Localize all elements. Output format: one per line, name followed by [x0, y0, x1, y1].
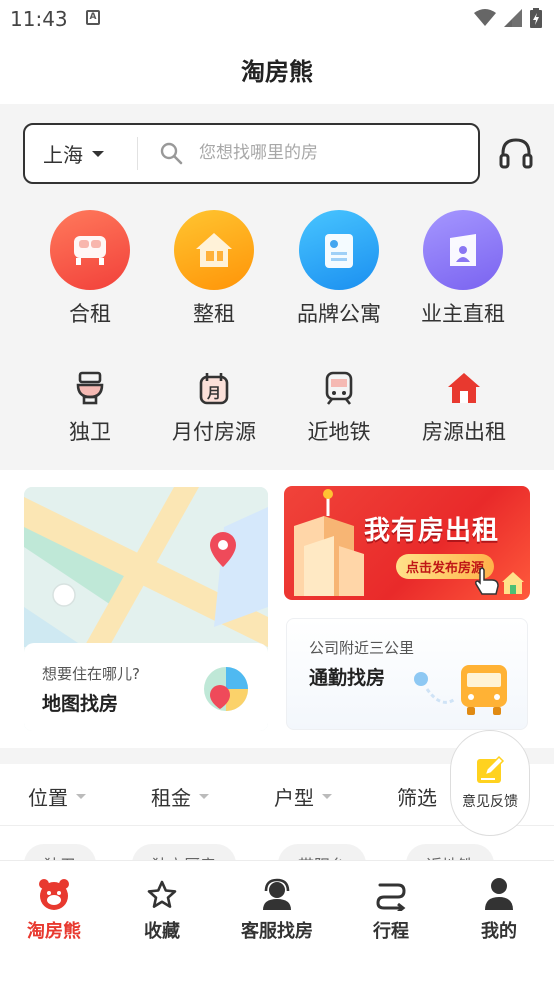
category-owner-direct[interactable]: 业主直租 [408, 210, 518, 328]
category-label: 品牌公寓 [297, 302, 381, 326]
subcategory-monthly-pay[interactable]: 月 月付房源 [154, 368, 274, 446]
service-agent-icon [227, 873, 327, 911]
map-card-heading: 地图找房 [42, 693, 119, 715]
subcategory-label: 近地铁 [307, 420, 371, 444]
svg-text:月: 月 [206, 386, 221, 402]
status-time: 11:43 [10, 7, 68, 31]
category-shared-rent[interactable]: 合租 [35, 210, 145, 328]
filter-location[interactable]: 位置 [28, 782, 86, 811]
banner-headline: 我有房出租 [364, 516, 500, 546]
battery-icon [530, 8, 542, 28]
map-card-question: 想要住在哪儿? [42, 665, 140, 683]
map-pin-icon [204, 667, 248, 711]
feature-cards: 想要住在哪儿? 地图找房 我有房出租 点击发布房源 公司附近三公里 通勤找房 [0, 470, 554, 748]
rent-out-banner[interactable]: 我有房出租 点击发布房源 [284, 486, 530, 600]
subcategory-private-bath[interactable]: 独卫 [30, 368, 150, 446]
page-title: 淘房熊 [241, 58, 313, 86]
bottom-navigation: 淘房熊 收藏 客服找房 行程 我的 [0, 860, 554, 984]
commute-search-card[interactable]: 公司附近三公里 通勤找房 [286, 618, 528, 730]
feedback-label: 意见反馈 [462, 794, 518, 810]
nav-favorites[interactable]: 收藏 [112, 873, 212, 943]
small-house-icon [502, 572, 524, 594]
subcategory-label: 独卫 [69, 420, 111, 444]
nav-label: 行程 [373, 921, 409, 942]
dropdown-arrow-icon [322, 794, 332, 799]
nav-label: 淘房熊 [27, 921, 81, 942]
category-label: 整租 [193, 302, 235, 326]
signal-icon [504, 9, 522, 27]
category-label: 合租 [69, 302, 111, 326]
search-icon [160, 142, 183, 165]
city-label: 上海 [43, 143, 83, 167]
status-bar: 11:43 A [0, 0, 554, 36]
bed-icon [50, 210, 130, 290]
star-icon [112, 873, 212, 911]
category-brand-apartment[interactable]: 品牌公寓 [284, 210, 394, 328]
feedback-button[interactable]: 意见反馈 [450, 730, 530, 836]
dropdown-arrow-icon [76, 794, 86, 799]
nav-service[interactable]: 客服找房 [227, 873, 327, 943]
nav-label: 收藏 [144, 921, 180, 942]
search-divider [137, 137, 138, 170]
notification-a-icon: A [86, 10, 100, 25]
nav-home[interactable]: 淘房熊 [4, 873, 104, 943]
city-selector[interactable]: 上海 [43, 125, 104, 182]
nav-label: 我的 [481, 921, 517, 942]
apartment-icon [299, 210, 379, 290]
filter-more[interactable]: 筛选 [397, 782, 437, 811]
category-label: 业主直租 [421, 302, 505, 326]
map-card-info: 想要住在哪儿? 地图找房 [24, 643, 268, 731]
category-whole-rent[interactable]: 整租 [159, 210, 269, 328]
monthly-pay-icon: 月 [154, 368, 274, 408]
subcategory-label: 房源出租 [422, 420, 506, 444]
wifi-icon [474, 9, 496, 26]
commute-card-heading: 通勤找房 [309, 667, 386, 689]
map-search-card[interactable]: 想要住在哪儿? 地图找房 [24, 487, 268, 731]
search-input[interactable] [199, 139, 469, 167]
nav-profile[interactable]: 我的 [449, 873, 549, 943]
filter-layout[interactable]: 户型 [274, 782, 332, 811]
toilet-icon [30, 368, 150, 408]
house-icon [174, 210, 254, 290]
search-section: 上海 合租 整租 品牌公寓 业主直租 独卫 [0, 104, 554, 470]
edit-icon [451, 755, 529, 785]
building-illustration [294, 489, 364, 596]
subcategory-rent-out[interactable]: 房源出租 [404, 368, 524, 446]
nav-label: 客服找房 [241, 921, 313, 942]
caret-down-icon [92, 150, 104, 157]
subcategory-near-subway[interactable]: 近地铁 [279, 368, 399, 446]
headset-icon[interactable] [498, 136, 534, 170]
home-rent-icon [404, 368, 524, 408]
app-header: 淘房熊 [0, 36, 554, 104]
subcategory-label: 月付房源 [172, 420, 256, 444]
filter-label: 位置 [28, 786, 68, 810]
bus-icon [414, 665, 507, 715]
filter-rent[interactable]: 租金 [151, 782, 209, 811]
user-icon [449, 873, 549, 911]
commute-card-question: 公司附近三公里 [309, 639, 415, 657]
pointer-hand-icon [475, 567, 499, 595]
route-icon [341, 873, 441, 911]
subway-icon [279, 368, 399, 408]
nav-itinerary[interactable]: 行程 [341, 873, 441, 943]
search-bar: 上海 [23, 123, 480, 184]
filter-label: 筛选 [397, 786, 437, 810]
dropdown-arrow-icon [199, 794, 209, 799]
owner-icon [423, 210, 503, 290]
filter-label: 户型 [274, 786, 314, 810]
filter-label: 租金 [151, 786, 191, 810]
bear-icon [4, 873, 104, 911]
map-illustration [24, 487, 268, 647]
